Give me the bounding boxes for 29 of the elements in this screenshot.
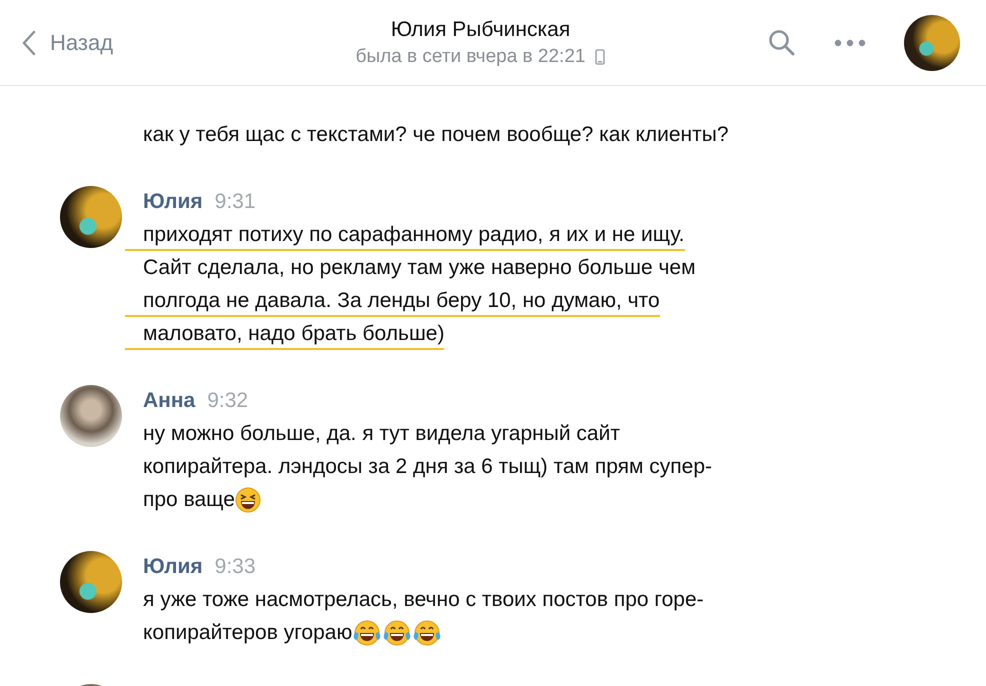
- crying-laughing-face-icon: [352, 620, 382, 646]
- message-text: копирайтеров угораю: [143, 620, 352, 646]
- message-text: Сайт сделала, но рекламу там уже наверно больше чем: [143, 255, 696, 281]
- message-text: про ваще: [143, 487, 235, 513]
- phone-icon: [595, 48, 606, 64]
- message-text: копирайтера. лэндосы за 2 дня за 6 тыщ) там прям супер-: [143, 454, 712, 480]
- message-time: 9:31: [214, 189, 256, 215]
- message-text: маловато, надо брать больше): [143, 321, 444, 347]
- message-time: 9:33: [214, 554, 256, 580]
- ellipsis-icon: [834, 38, 866, 46]
- search-icon: [768, 28, 796, 56]
- message-text: я уже тоже насмотрелась, вечно с твоих постов про горе-: [143, 587, 704, 613]
- chevron-left-icon: [22, 30, 36, 56]
- message-text: приходят потиху по сарафанному радио, я их и не ищу.: [143, 222, 684, 248]
- back-button[interactable]: Назад: [22, 30, 114, 56]
- chat-title: Юлия Рыбчинская: [390, 18, 570, 42]
- sender-name: Анна: [143, 388, 196, 414]
- crying-laughing-face-icon: [382, 620, 412, 646]
- laughing-face-icon: [234, 486, 261, 512]
- message-text: как у тебя щас с текстами? че почем вообще? как клиенты?: [143, 122, 729, 148]
- message-text: полгода не давала. За ленды беру 10, но думаю, что: [143, 288, 660, 314]
- crying-laughing-face-icon: [412, 620, 442, 646]
- last-seen-status: была в сети вчера в 22:21: [356, 46, 586, 68]
- sender-name: Юлия: [143, 189, 203, 215]
- message-time: 9:32: [207, 388, 248, 414]
- search-button[interactable]: [768, 28, 796, 56]
- sender-name: Юлия: [143, 554, 203, 580]
- message-text: ну можно больше, да. я тут видела угарный сайт: [143, 421, 620, 447]
- more-button[interactable]: [834, 38, 866, 46]
